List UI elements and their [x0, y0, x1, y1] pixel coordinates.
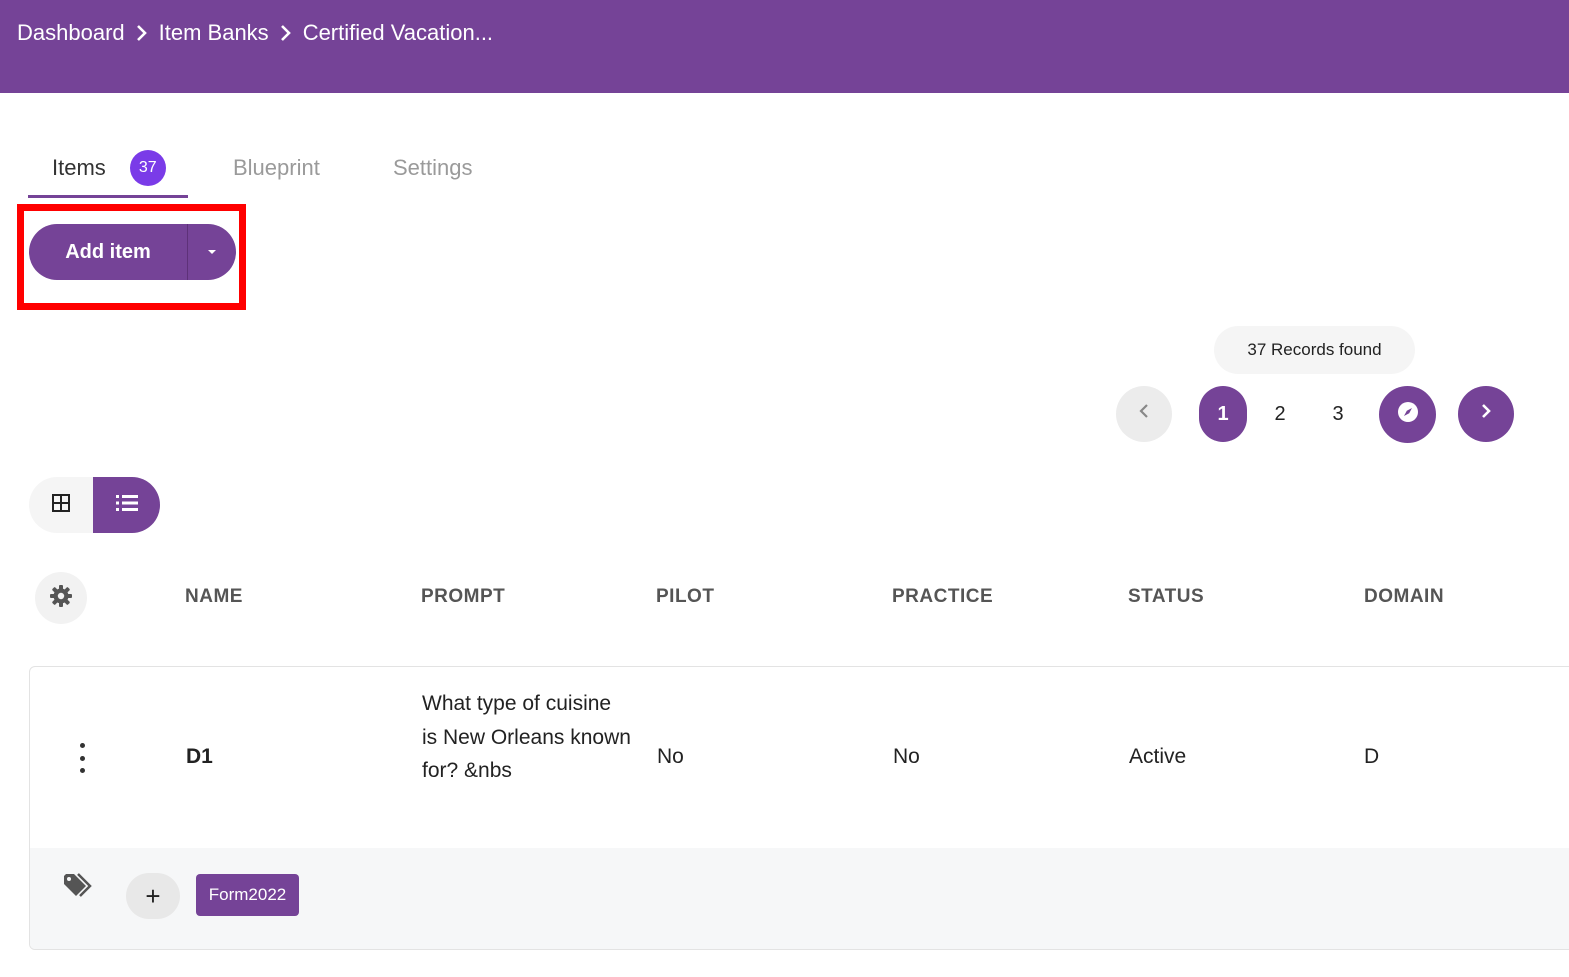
grid-view-button[interactable]: [29, 477, 93, 533]
row-name: D1: [186, 745, 213, 768]
chevron-left-icon: [1138, 402, 1150, 426]
tab-items-label: Items: [52, 154, 106, 180]
tab-blueprint-label: Blueprint: [233, 155, 320, 180]
table-row[interactable]: D1 What type of cuisine is New Orleans k…: [29, 666, 1569, 950]
chevron-right-icon: [269, 24, 303, 42]
list-view-button[interactable]: [93, 477, 160, 533]
items-count-badge: 37: [129, 149, 166, 186]
pagination-page-3[interactable]: 3: [1314, 386, 1362, 442]
pagination-next-button[interactable]: [1458, 386, 1514, 442]
column-header-name[interactable]: NAME: [185, 586, 243, 608]
add-item-button[interactable]: Add item: [29, 224, 188, 280]
pagination-page-2[interactable]: 2: [1256, 386, 1304, 442]
view-toggle: [29, 477, 160, 533]
tags-icon: [63, 873, 95, 904]
row-pilot: No: [657, 745, 684, 768]
row-prompt: What type of cuisine is New Orleans know…: [422, 692, 631, 782]
top-bar: Dashboard Item Banks Certified Vacation.…: [0, 0, 1569, 93]
pagination-page-1[interactable]: 1: [1199, 386, 1247, 442]
column-header-domain[interactable]: DOMAIN: [1364, 586, 1444, 608]
column-header-practice[interactable]: PRACTICE: [892, 586, 993, 608]
breadcrumb: Dashboard Item Banks Certified Vacation.…: [17, 20, 493, 46]
grid-view-icon: [52, 493, 70, 517]
tab-items[interactable]: Items 37: [28, 140, 188, 198]
chevron-right-icon: [125, 24, 159, 42]
kebab-menu-icon[interactable]: [74, 743, 90, 773]
caret-down-icon: [206, 243, 218, 261]
add-item-split-button: Add item: [29, 224, 236, 280]
pagination-prev-button[interactable]: [1116, 386, 1172, 442]
chevron-right-icon: [1480, 402, 1492, 426]
list-view-icon: [115, 494, 138, 517]
column-header-pilot[interactable]: PILOT: [656, 586, 714, 608]
records-count: 37 Records found: [1214, 326, 1415, 374]
column-settings-button[interactable]: [35, 572, 87, 624]
compass-icon: [1396, 400, 1420, 430]
pagination-jump-button[interactable]: [1379, 386, 1436, 443]
tag-chip[interactable]: Form2022: [196, 874, 299, 916]
row-practice: No: [893, 745, 920, 768]
column-header-status[interactable]: STATUS: [1128, 586, 1204, 608]
add-tag-button[interactable]: +: [126, 873, 180, 919]
gear-icon: [49, 584, 73, 613]
tab-settings-label: Settings: [393, 155, 473, 180]
breadcrumb-dashboard[interactable]: Dashboard: [17, 20, 125, 46]
breadcrumb-item-banks[interactable]: Item Banks: [159, 20, 269, 46]
column-header-prompt[interactable]: PROMPT: [421, 586, 505, 608]
row-domain: D: [1364, 745, 1380, 768]
row-status: Active: [1129, 745, 1187, 768]
breadcrumb-current: Certified Vacation...: [302, 20, 494, 45]
tab-blueprint[interactable]: Blueprint: [233, 140, 320, 196]
tab-settings[interactable]: Settings: [393, 140, 473, 196]
